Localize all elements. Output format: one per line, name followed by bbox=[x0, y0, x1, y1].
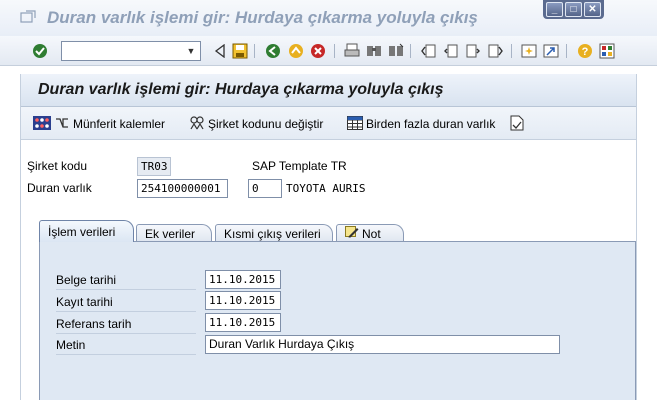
command-field[interactable]: ▼ bbox=[61, 41, 201, 61]
window-title-bar: Duran varlık işlemi gir: Hurdaya çıkarma… bbox=[0, 0, 657, 36]
print-icon[interactable] bbox=[344, 43, 360, 59]
help-icon[interactable]: ? bbox=[577, 43, 593, 59]
customize-layout-icon[interactable] bbox=[599, 43, 615, 59]
toolbar-separator bbox=[511, 44, 512, 58]
new-session-icon[interactable] bbox=[521, 43, 537, 59]
screen-title: Duran varlık işlemi gir: Hurdaya çıkarma… bbox=[38, 81, 444, 98]
document-button[interactable] bbox=[510, 115, 524, 133]
tab-transaction-data[interactable]: İşlem verileri bbox=[39, 220, 134, 242]
tabstrip: İşlem verileri Ek veriler Kısmi çıkış ve… bbox=[39, 218, 636, 242]
shortcut-icon[interactable] bbox=[543, 43, 559, 59]
back-icon[interactable] bbox=[212, 43, 228, 59]
tab-label: Kısmi çıkış verileri bbox=[224, 226, 321, 241]
tab-label: Ek veriler bbox=[145, 226, 196, 241]
multiple-assets-label: Birden fazla duran varlık bbox=[366, 117, 496, 131]
sap-menu-icon[interactable] bbox=[20, 10, 36, 24]
save-icon[interactable] bbox=[232, 43, 248, 59]
change-company-code-button[interactable]: Şirket kodunu değiştir bbox=[189, 115, 323, 133]
find-next-icon[interactable] bbox=[388, 43, 404, 59]
close-button[interactable]: ✕ bbox=[584, 2, 601, 17]
application-toolbar: Münferit kalemler Şirket kodunu değiştir… bbox=[21, 107, 636, 140]
note-pencil-icon bbox=[345, 226, 359, 241]
command-input[interactable] bbox=[62, 42, 180, 60]
tab-additional-data[interactable]: Ek veriler bbox=[136, 224, 212, 242]
enter-icon[interactable] bbox=[32, 43, 48, 59]
screen-title-bar: Duran varlık işlemi gir: Hurdaya çıkarma… bbox=[21, 74, 636, 107]
document-date-field[interactable]: 11.10.2015 bbox=[205, 270, 281, 289]
tab-panel-transaction-data: Belge tarihi 11.10.2015 Kayıt tarihi 11.… bbox=[39, 241, 636, 400]
company-code-field: TR03 bbox=[137, 157, 171, 176]
posting-date-label: Kayıt tarihi bbox=[56, 293, 196, 312]
asset-subnumber-field[interactable]: 0 bbox=[248, 179, 282, 198]
first-page-icon[interactable] bbox=[421, 43, 437, 59]
document-date-label: Belge tarihi bbox=[56, 271, 196, 290]
posting-date-field[interactable]: 11.10.2015 bbox=[205, 291, 281, 310]
exit-icon[interactable] bbox=[288, 43, 304, 59]
company-name: SAP Template TR bbox=[252, 159, 347, 173]
tab-label: İşlem verileri bbox=[48, 224, 116, 239]
tab-note[interactable]: Not bbox=[336, 224, 404, 242]
window-controls: _ □ ✕ bbox=[543, 0, 604, 19]
text-label: Metin bbox=[56, 336, 196, 355]
toolbar-separator bbox=[410, 44, 411, 58]
content-area: Duran varlık işlemi gir: Hurdaya çıkarma… bbox=[0, 66, 657, 400]
asset-number-field[interactable]: 254100000001 bbox=[137, 179, 228, 198]
tab-partial-retirement[interactable]: Kısmi çıkış verileri bbox=[215, 224, 333, 242]
standard-toolbar: ▼ ? bbox=[0, 36, 657, 66]
multiple-assets-button[interactable]: Birden fazla duran varlık bbox=[347, 115, 495, 133]
company-code-label: Şirket kodu bbox=[27, 159, 88, 173]
last-page-icon[interactable] bbox=[487, 43, 503, 59]
org-change-icon bbox=[189, 115, 205, 133]
toolbar-separator bbox=[334, 44, 335, 58]
find-icon[interactable] bbox=[366, 43, 382, 59]
line-items-label: Münferit kalemler bbox=[73, 117, 166, 131]
previous-page-icon[interactable] bbox=[443, 43, 459, 59]
change-company-code-label: Şirket kodunu değiştir bbox=[208, 117, 324, 131]
svg-text:?: ? bbox=[582, 46, 589, 58]
line-items-button[interactable]: Münferit kalemler bbox=[33, 115, 165, 133]
next-page-icon[interactable] bbox=[465, 43, 481, 59]
maximize-button[interactable]: □ bbox=[565, 2, 582, 17]
document-icon bbox=[510, 115, 524, 134]
text-field[interactable]: Duran Varlık Hurdaya Çıkış bbox=[205, 335, 560, 354]
reference-date-field[interactable]: 11.10.2015 bbox=[205, 313, 281, 332]
toolbar-separator bbox=[254, 44, 255, 58]
green-back-icon[interactable] bbox=[265, 43, 281, 59]
table-icon bbox=[347, 115, 363, 133]
transaction-data-group: Belge tarihi 11.10.2015 Kayıt tarihi 11.… bbox=[48, 256, 627, 355]
hierarchy-icon bbox=[54, 116, 70, 133]
line-items-icon bbox=[33, 115, 51, 133]
minimize-button[interactable]: _ bbox=[546, 2, 563, 17]
chevron-down-icon[interactable]: ▼ bbox=[182, 42, 200, 60]
toolbar-separator bbox=[566, 44, 567, 58]
cancel-icon[interactable] bbox=[310, 43, 326, 59]
tab-label: Not bbox=[362, 226, 381, 241]
window-title: Duran varlık işlemi gir: Hurdaya çıkarma… bbox=[47, 8, 478, 27]
reference-date-label: Referans tarih bbox=[56, 315, 196, 334]
asset-description: TOYOTA AURIS bbox=[286, 182, 366, 195]
asset-label: Duran varlık bbox=[27, 181, 92, 195]
screen-area: Duran varlık işlemi gir: Hurdaya çıkarma… bbox=[20, 74, 637, 400]
